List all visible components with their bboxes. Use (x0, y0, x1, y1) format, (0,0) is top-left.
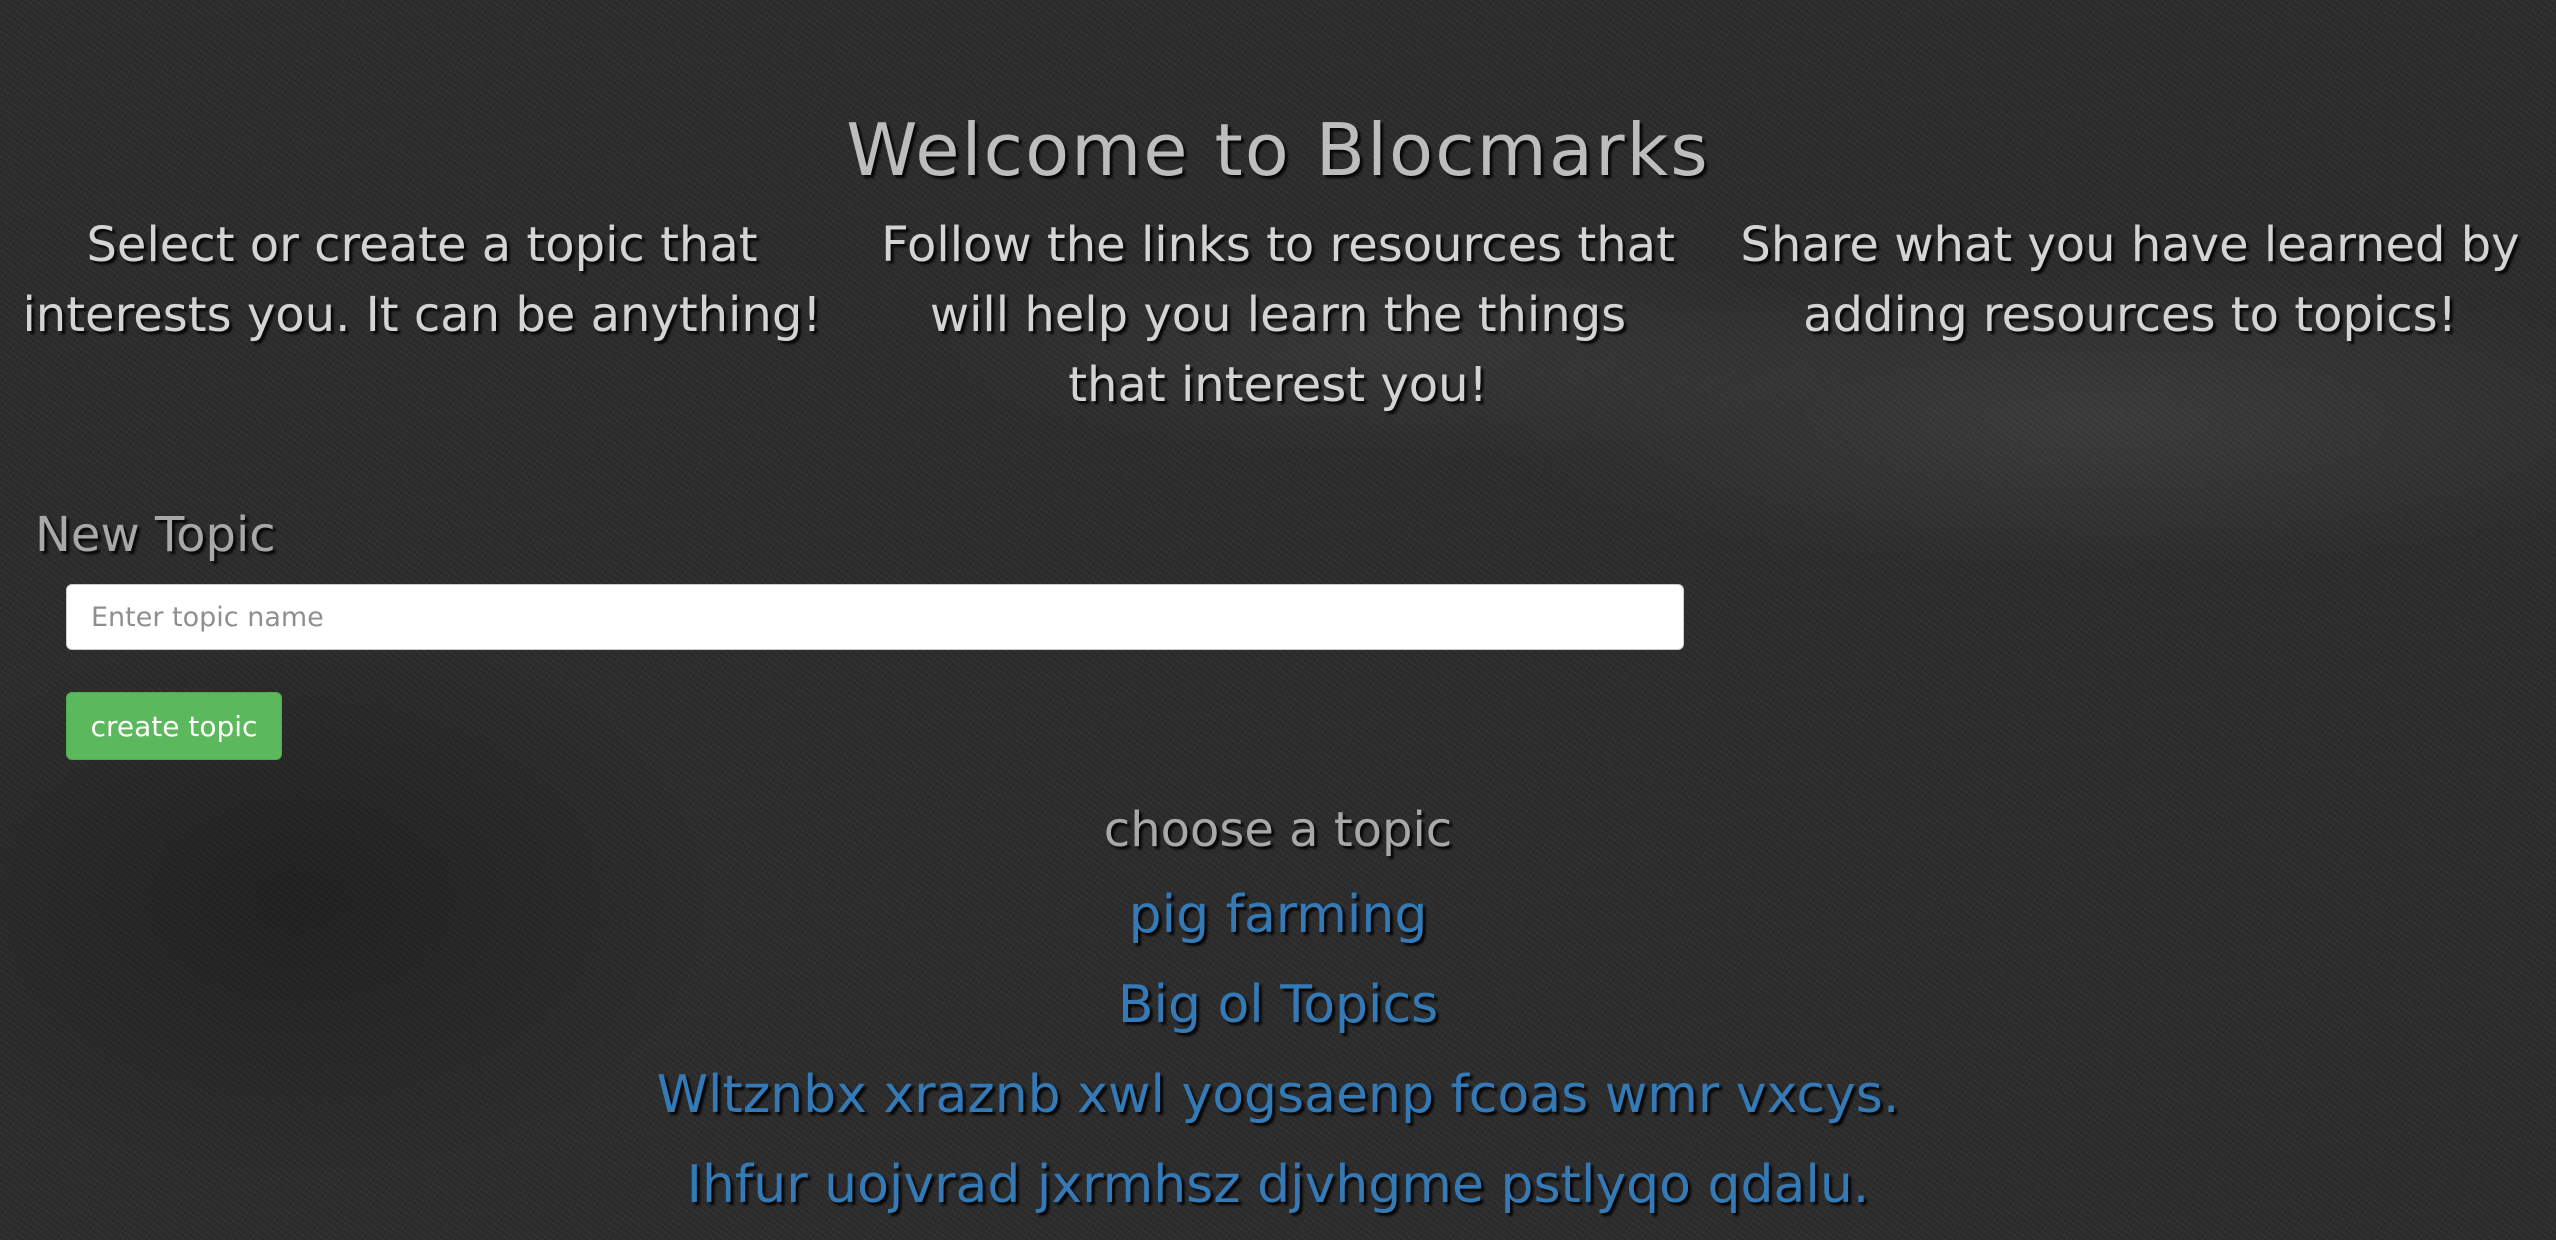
list-item: Big ol Topics (0, 960, 2556, 1050)
choose-topic-heading: choose a topic (1103, 802, 1453, 858)
create-topic-button[interactable]: create topic (66, 692, 282, 760)
topic-link-big-ol-topics[interactable]: Big ol Topics (1118, 975, 1438, 1035)
list-item: Ihfur uojvrad jxrmhsz djvhgme pstlyqo qd… (0, 1140, 2556, 1230)
intro-follow-links: Follow the links to resources that will … (881, 217, 1675, 413)
list-item: Wltznbx xraznb xwl yogsaenp fcoas wmr vx… (0, 1050, 2556, 1140)
topic-link-4[interactable]: Ihfur uojvrad jxrmhsz djvhgme pstlyqo qd… (687, 1155, 1870, 1215)
new-topic-label: New Topic (35, 507, 276, 563)
topic-list: pig farming Big ol Topics Wltznbx xraznb… (0, 870, 2556, 1230)
intro-share-resources: Share what you have learned by adding re… (1740, 217, 2520, 343)
topic-name-input[interactable] (66, 584, 1684, 650)
page-title: Welcome to Blocmarks (846, 108, 1710, 192)
topic-link-pig-farming[interactable]: pig farming (1129, 885, 1428, 945)
list-item: pig farming (0, 870, 2556, 960)
intro-select-topic: Select or create a topic that interests … (22, 217, 822, 343)
topic-link-3[interactable]: Wltznbx xraznb xwl yogsaenp fcoas wmr vx… (657, 1065, 1900, 1125)
